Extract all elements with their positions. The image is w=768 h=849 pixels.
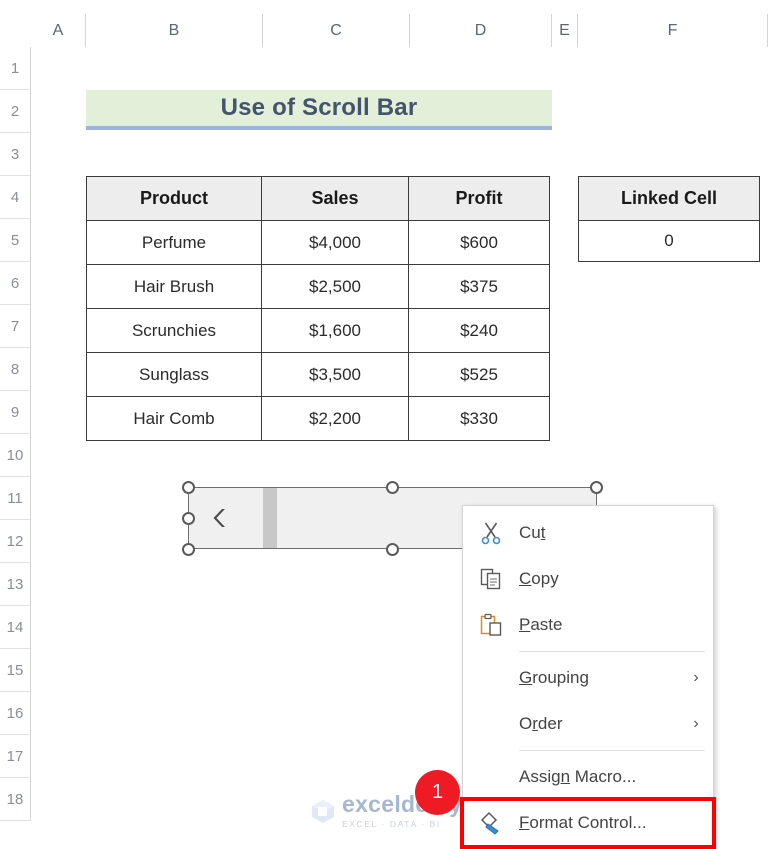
sheet-title-banner: Use of Scroll Bar [86,90,552,130]
linked-cell-table: Linked Cell 0 [578,176,760,262]
handle-bottom-left[interactable] [182,543,195,556]
table-header-row: Product Sales Profit [86,176,550,221]
menu-separator [519,651,705,652]
cell-product: Hair Brush [86,264,262,309]
context-menu[interactable]: Cut Copy Paste Grouping › Order › Assign Macro.… [460,505,716,849]
table-row: Hair Brush $2,500 $375 [86,264,550,309]
row-header-9[interactable]: 9 [0,391,31,434]
column-header-strip: ABCDEF [0,14,768,48]
row-header-6[interactable]: 6 [0,262,31,305]
scrollbar-thumb[interactable] [263,488,277,548]
cell-profit: $330 [408,396,550,441]
scissors-icon [463,521,519,545]
cell-profit: $240 [408,308,550,353]
row-header-14[interactable]: 14 [0,606,31,649]
column-header-profit: Profit [408,176,550,221]
linked-cell-value: 0 [578,220,760,262]
paste-icon [480,613,502,636]
cell-sales: $2,200 [261,396,409,441]
paste-icon [463,613,519,637]
row-header-13[interactable]: 13 [0,563,31,606]
handle-top-middle[interactable] [386,481,399,494]
column-header-sales: Sales [261,176,409,221]
chevron-left-icon [213,509,225,527]
row-header-16[interactable]: 16 [0,692,31,735]
cell-sales: $2,500 [261,264,409,309]
cell-profit: $600 [408,220,550,265]
handle-top-right[interactable] [590,481,603,494]
handle-middle-left[interactable] [182,512,195,525]
linked-cell-value-row: 0 [578,220,760,262]
menu-item-label: Cut [519,523,546,542]
handle-bottom-middle[interactable] [386,543,399,556]
column-header-f[interactable]: F [578,14,768,47]
menu-item-order[interactable]: Order › [463,701,713,747]
menu-item-label: Grouping [519,668,589,687]
menu-item-format-control[interactable]: Format Control... [460,797,716,849]
menu-item-label: Format Control... [519,813,647,832]
cell-product: Sunglass [86,352,262,397]
column-header-product: Product [86,176,262,221]
table-row: Scrunchies $1,600 $240 [86,308,550,353]
row-header-11[interactable]: 11 [0,477,31,520]
column-header-b[interactable]: B [86,14,263,47]
column-header-d[interactable]: D [410,14,552,47]
submenu-chevron-right-icon: › [693,715,699,732]
copy-icon [463,567,519,591]
menu-item-label: Assign Macro... [519,767,637,786]
row-header-17[interactable]: 17 [0,735,31,778]
row-header-12[interactable]: 12 [0,520,31,563]
handle-top-left[interactable] [182,481,195,494]
row-header-5[interactable]: 5 [0,219,31,262]
row-header-4[interactable]: 4 [0,176,31,219]
menu-item-label: Copy [519,569,559,588]
menu-item-label: Paste [519,615,563,634]
cell-sales: $4,000 [261,220,409,265]
menu-item-copy[interactable]: Copy [463,556,713,602]
column-header-e[interactable]: E [552,14,578,47]
column-header-a[interactable]: A [31,14,86,47]
spreadsheet: ABCDEF 1 2 3 4 5 6 7 8 9 10 11 12 13 14 15 16 17 18 Use o… [0,0,768,849]
menu-item-assign-macro[interactable]: Assign Macro... [463,754,713,800]
table-row: Hair Comb $2,200 $330 [86,396,550,441]
row-header-2[interactable]: 2 [0,90,31,133]
linked-cell-header-row: Linked Cell [578,176,760,221]
format-control-icon [480,811,499,835]
table-row: Perfume $4,000 $600 [86,220,550,265]
format-control-icon [463,811,519,835]
exceldemy-cube-logo-icon [312,800,334,823]
step-badge-number: 1 [431,781,444,803]
menu-item-cut[interactable]: Cut [463,510,713,556]
row-header-7[interactable]: 7 [0,305,31,348]
product-sales-table: Product Sales Profit Perfume $4,000 $600… [86,176,550,441]
submenu-chevron-right-icon: › [693,669,699,686]
cell-profit: $525 [408,352,550,397]
row-header-15[interactable]: 15 [0,649,31,692]
row-header-18[interactable]: 18 [0,778,31,821]
cell-profit: $375 [408,264,550,309]
watermark-tagline: EXCEL · DATA · BI [342,819,441,829]
menu-separator [519,750,705,751]
cell-product: Hair Comb [86,396,262,441]
menu-item-paste[interactable]: Paste [463,602,713,648]
table-row: Sunglass $3,500 $525 [86,352,550,397]
cell-sales: $1,600 [261,308,409,353]
row-header-10[interactable]: 10 [0,434,31,477]
row-header-1[interactable]: 1 [0,47,31,90]
row-header-8[interactable]: 8 [0,348,31,391]
linked-cell-header: Linked Cell [578,176,760,221]
step-badge-1: 1 [415,770,460,815]
copy-icon [480,568,501,590]
scissors-icon [481,522,501,545]
scrollbar-left-arrow-button[interactable] [189,488,246,548]
column-header-c[interactable]: C [263,14,410,47]
cell-product: Scrunchies [86,308,262,353]
row-header-3[interactable]: 3 [0,133,31,176]
page-title: Use of Scroll Bar [220,94,418,121]
menu-item-grouping[interactable]: Grouping › [463,655,713,701]
menu-item-label: Order [519,714,563,733]
cell-product: Perfume [86,220,262,265]
cell-sales: $3,500 [261,352,409,397]
